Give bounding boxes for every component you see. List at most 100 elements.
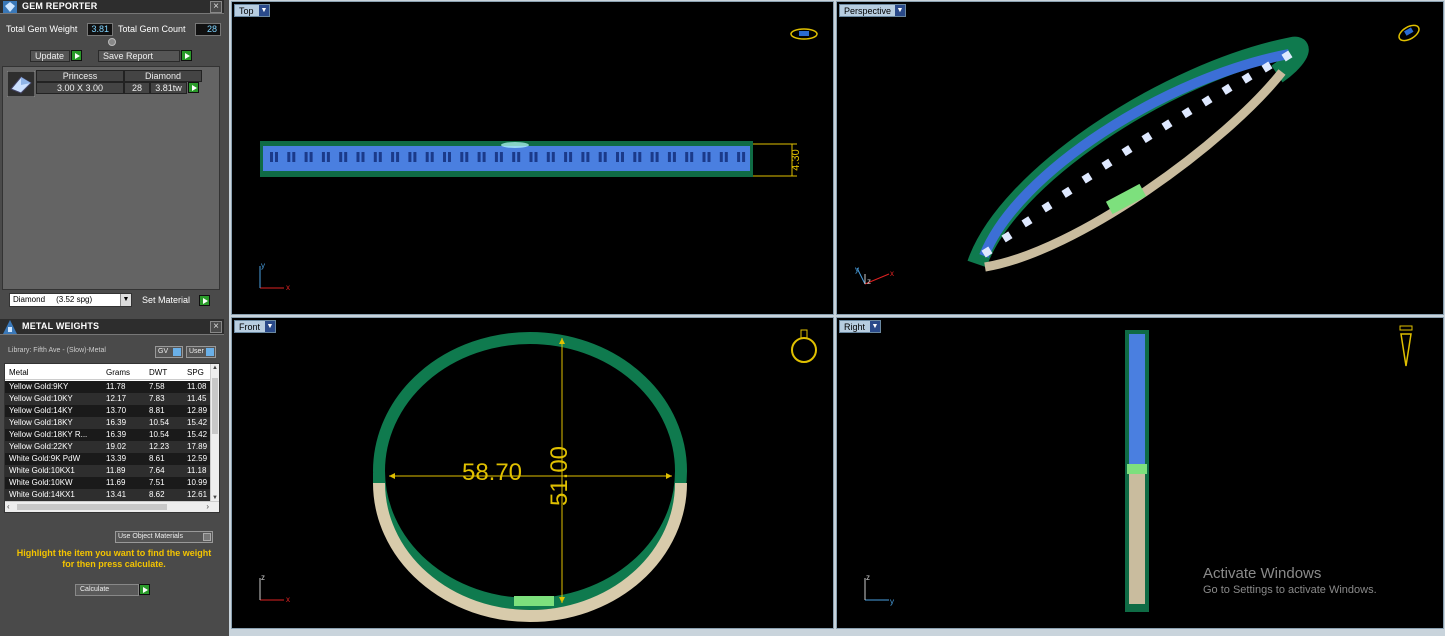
cell-spg: 12.61 [187,490,208,499]
gem-weight-cell[interactable]: 3.81tw [150,82,187,94]
gem-list: Princess Diamond 3.00 X 3.00 28 3.81tw [2,66,220,290]
cell-metal: Yellow Gold:14KY [9,406,73,415]
svg-text:x: x [890,269,894,278]
perspective-view-canvas: x zy [855,22,1421,286]
scroll-left-icon[interactable]: ‹ [7,502,10,511]
h-scroll-thumb[interactable] [17,504,167,510]
gem-seat [391,152,395,162]
viewport-front-chevron-icon[interactable]: ▼ [265,321,275,332]
gem-seat [742,152,746,162]
table-row[interactable]: White Gold:10KX1 11.89 7.64 11.18 [5,465,211,477]
perspective-gem [1081,172,1093,184]
viewport-perspective-chevron-icon[interactable]: ▼ [895,5,905,16]
gem-seat [499,152,503,162]
column-header-dwt[interactable]: DWT [149,366,179,380]
perspective-orientation-icon[interactable] [1396,22,1421,43]
column-header-spg[interactable]: SPG [187,366,211,380]
viewport-top-chevron-icon[interactable]: ▼ [259,5,269,16]
gem-row-go-icon[interactable] [188,82,199,93]
right-orientation-icon[interactable] [1399,325,1413,367]
table-row[interactable]: Yellow Gold:22KY 19.02 12.23 17.89 [5,441,211,453]
viewport-front-tab[interactable]: Front ▼ [234,320,276,333]
scroll-right-icon[interactable]: › [206,502,209,511]
gem-seat [482,152,486,162]
table-row[interactable]: Yellow Gold:14KY 13.70 8.81 12.89 [5,405,211,417]
material-select[interactable]: Diamond (3.52 spg) ▼ [9,293,132,307]
set-material-button[interactable]: Set Material [138,295,198,307]
viewport-front[interactable]: 58.70 51.00 xz Front ▼ [231,317,834,629]
table-row[interactable]: Yellow Gold:18KY R... 16.39 10.54 15.42 [5,429,211,441]
gem-reporter-icon [3,1,17,13]
table-row[interactable]: Yellow Gold:9KY 11.78 7.58 11.08 [5,381,211,393]
save-report-button[interactable]: Save Report [98,50,180,62]
cell-dwt: 8.61 [149,454,165,463]
right-axis-icon: yz [864,573,894,606]
perspective-gem [1201,95,1213,107]
cell-grams: 16.39 [106,430,127,439]
column-header-grams[interactable]: Grams [106,366,142,380]
table-row[interactable]: Yellow Gold:18KY 16.39 10.54 15.42 [5,417,211,429]
gem-seat [581,152,585,162]
update-go-icon[interactable] [71,50,82,61]
gem-shape-cell[interactable]: Princess [36,70,124,82]
perspective-gem [1121,145,1133,157]
column-header-metal[interactable]: Metal [9,366,99,380]
left-panel: GEM REPORTER × Total Gem Weight 3.81 Tot… [0,0,229,636]
calculate-button[interactable]: Calculate [75,584,139,596]
gem-seat [724,152,728,162]
metal-weights-titlebar: METAL WEIGHTS × [0,319,224,335]
activate-windows-title: Activate Windows [1203,565,1322,582]
gem-seat [569,152,573,162]
perspective-gem [1221,83,1233,95]
gem-size-cell[interactable]: 3.00 X 3.00 [36,82,124,94]
viewport-perspective-tab[interactable]: Perspective ▼ [839,4,906,17]
gem-seat [633,152,637,162]
gem-reporter-close-button[interactable]: × [210,1,222,13]
cell-grams: 13.39 [106,454,127,463]
scroll-thumb[interactable] [212,378,218,434]
perspective-gem [1021,216,1033,228]
set-material-go-icon[interactable] [199,295,210,306]
cell-grams: 13.70 [106,406,127,415]
metal-weights-close-button[interactable]: × [210,321,222,333]
gv-toggle[interactable]: GV [155,346,183,358]
horizontal-scrollbar[interactable]: ‹ › [5,501,219,512]
metal-weights-title: METAL WEIGHTS [22,321,100,331]
cell-dwt: 7.64 [149,466,165,475]
save-report-go-icon[interactable] [181,50,192,61]
viewport-right-tab[interactable]: Right ▼ [839,320,881,333]
vertical-scrollbar[interactable]: ▲ ▼ [210,364,219,502]
perspective-gem [1241,72,1253,84]
chevron-down-icon[interactable]: ▼ [120,294,131,306]
table-row[interactable]: White Gold:14KX1 13.41 8.62 12.61 [5,489,211,501]
use-object-materials-toggle[interactable]: Use Object Materials [115,531,213,543]
table-row[interactable]: White Gold:9K PdW 13.39 8.61 12.59 [5,453,211,465]
gem-count-cell[interactable]: 28 [124,82,150,94]
cell-dwt: 8.62 [149,490,165,499]
gem-seat [373,152,377,162]
user-toggle[interactable]: User [186,346,216,358]
table-row[interactable]: Yellow Gold:10KY 12.17 7.83 11.45 [5,393,211,405]
viewport-top[interactable]: 4.30 xy Top ▼ [231,1,834,315]
cell-dwt: 7.58 [149,382,165,391]
viewport-right-chevron-icon[interactable]: ▼ [870,321,880,332]
front-orientation-icon[interactable] [791,329,817,363]
calculate-go-icon[interactable] [139,584,150,595]
cell-dwt: 12.23 [149,442,170,451]
gem-material-cell[interactable]: Diamond [124,70,202,82]
table-row[interactable]: White Gold:10KW 11.69 7.51 10.99 [5,477,211,489]
top-orientation-icon[interactable] [790,28,818,40]
princess-gem-icon[interactable] [7,71,35,97]
gem-seat [702,152,706,162]
update-button[interactable]: Update [30,50,70,62]
gem-seat [512,152,516,162]
viewport-top-tab[interactable]: Top ▼ [234,4,270,17]
gem-seat [339,152,343,162]
gem-seat [270,152,273,162]
collapse-toggle-icon[interactable] [108,38,116,46]
viewport-right[interactable]: yz Right ▼ [836,317,1444,629]
cell-dwt: 8.81 [149,406,165,415]
total-gem-weight-label: Total Gem Weight [6,24,78,34]
viewport-perspective[interactable]: x zy Perspective ▼ [836,1,1444,315]
scroll-up-icon[interactable]: ▲ [212,365,218,371]
